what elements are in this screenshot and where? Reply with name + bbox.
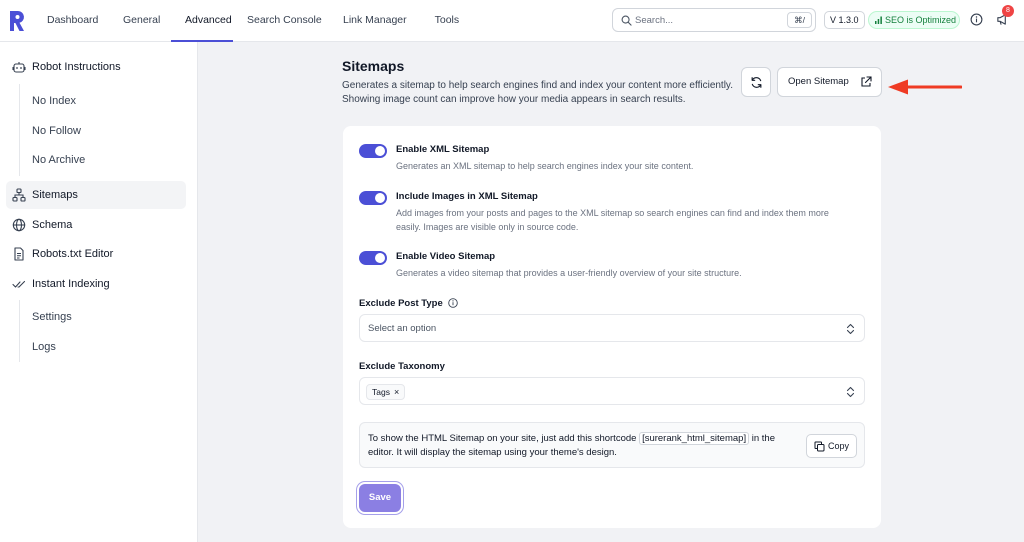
main-nav: Dashboard General Advanced Search Consol…	[33, 0, 473, 42]
note-prefix: To show the HTML Sitemap on your site, j…	[368, 433, 637, 444]
toggle-description: Add images from your posts and pages to …	[396, 208, 829, 232]
refresh-icon	[751, 77, 762, 88]
sidebar-item-label: Robot Instructions	[32, 61, 121, 73]
sidebar-item-instant-indexing[interactable]: Instant Indexing	[6, 270, 186, 298]
toggle-title: Enable XML Sitemap	[396, 144, 490, 155]
sitemap-settings-card: Enable XML Sitemap Generates an XML site…	[343, 126, 881, 528]
save-button[interactable]: Save	[359, 484, 401, 512]
app-logo[interactable]	[9, 10, 25, 32]
signal-bars-icon	[875, 16, 882, 24]
sidebar-item-logs[interactable]: Logs	[32, 335, 56, 359]
chevron-up-down-icon	[846, 386, 855, 398]
info-icon[interactable]	[448, 298, 459, 308]
note-text: To show the HTML Sitemap on your site, j…	[368, 432, 788, 460]
sidebar-item-label: Robots.txt Editor	[32, 248, 114, 260]
notification-count-badge: 8	[1002, 5, 1014, 17]
search-shortcut-badge: ⌘/	[787, 12, 812, 28]
search-input[interactable]	[635, 11, 785, 29]
enable-xml-sitemap-toggle[interactable]	[359, 144, 387, 158]
sidebar-item-schema[interactable]: Schema	[6, 211, 186, 239]
open-sitemap-label: Open Sitemap	[788, 76, 849, 87]
nav-tools[interactable]: Tools	[421, 0, 474, 42]
chevron-up-down-icon	[846, 323, 855, 335]
robot-icon	[12, 62, 26, 73]
sidebar-item-robots-editor[interactable]: Robots.txt Editor	[6, 240, 186, 268]
file-text-icon	[14, 247, 24, 261]
toggle-title: Include Images in XML Sitemap	[396, 191, 538, 202]
exclude-post-type-select[interactable]: Select an option	[359, 314, 865, 342]
tag-label: Tags	[372, 387, 390, 397]
sidebar-divider	[19, 300, 20, 362]
red-arrow-annotation-icon	[888, 79, 962, 95]
nav-general[interactable]: General	[109, 0, 171, 42]
search-box: ⌘/	[612, 8, 816, 32]
sitemap-icon	[12, 188, 26, 202]
copy-icon	[814, 441, 825, 452]
toggle-title: Enable Video Sitemap	[396, 251, 496, 262]
sidebar-item-no-follow[interactable]: No Follow	[32, 119, 81, 143]
info-icon[interactable]	[970, 13, 983, 26]
nav-advanced[interactable]: Advanced	[171, 0, 233, 42]
include-images-toggle[interactable]	[359, 191, 387, 205]
double-check-icon	[12, 280, 26, 288]
sidebar-item-label: Sitemaps	[32, 189, 78, 201]
remove-tag-icon[interactable]: ×	[394, 387, 399, 397]
globe-icon	[12, 218, 26, 232]
page-title: Sitemaps	[342, 58, 405, 74]
nav-dashboard[interactable]: Dashboard	[33, 0, 109, 42]
toggle-description: Generates an XML sitemap to help search …	[396, 161, 694, 171]
refresh-sitemap-button[interactable]	[741, 67, 771, 97]
sidebar: Robot Instructions No Index No Follow No…	[0, 42, 198, 542]
sidebar-divider	[19, 84, 20, 176]
seo-status-badge: SEO is Optimized	[868, 11, 960, 29]
search-icon	[621, 15, 632, 26]
select-placeholder: Select an option	[368, 323, 437, 334]
version-badge: V 1.3.0	[824, 11, 865, 29]
top-bar: Dashboard General Advanced Search Consol…	[0, 0, 1024, 42]
sidebar-item-robot-instructions[interactable]: Robot Instructions	[6, 53, 186, 81]
exclude-taxonomy-select[interactable]: Tags ×	[359, 377, 865, 405]
open-sitemap-button[interactable]: Open Sitemap	[777, 67, 882, 97]
shortcode: [surerank_html_sitemap]	[639, 432, 750, 445]
nav-link-manager[interactable]: Link Manager	[329, 0, 421, 42]
external-link-icon	[861, 76, 872, 87]
sidebar-item-no-archive[interactable]: No Archive	[32, 148, 85, 172]
exclude-post-type-label: Exclude Post Type	[359, 298, 459, 309]
exclude-taxonomy-label: Exclude Taxonomy	[359, 361, 445, 372]
sidebar-item-label: Instant Indexing	[32, 278, 110, 290]
nav-search-console[interactable]: Search Console	[233, 0, 329, 42]
page-description: Generates a sitemap to help search engin…	[342, 80, 733, 105]
field-label-text: Exclude Post Type	[359, 298, 443, 309]
sidebar-item-settings[interactable]: Settings	[32, 305, 72, 329]
enable-video-sitemap-toggle[interactable]	[359, 251, 387, 265]
copy-shortcode-button[interactable]: Copy	[806, 434, 857, 458]
sidebar-item-label: Schema	[32, 219, 73, 231]
sidebar-item-no-index[interactable]: No Index	[32, 89, 76, 113]
copy-label: Copy	[828, 441, 850, 451]
toggle-description: Generates a video sitemap that provides …	[396, 268, 742, 278]
sidebar-item-sitemaps[interactable]: Sitemaps	[6, 181, 186, 209]
taxonomy-tag: Tags ×	[366, 384, 406, 400]
html-sitemap-note: To show the HTML Sitemap on your site, j…	[359, 422, 865, 468]
seo-status-text: SEO is Optimized	[885, 15, 957, 25]
